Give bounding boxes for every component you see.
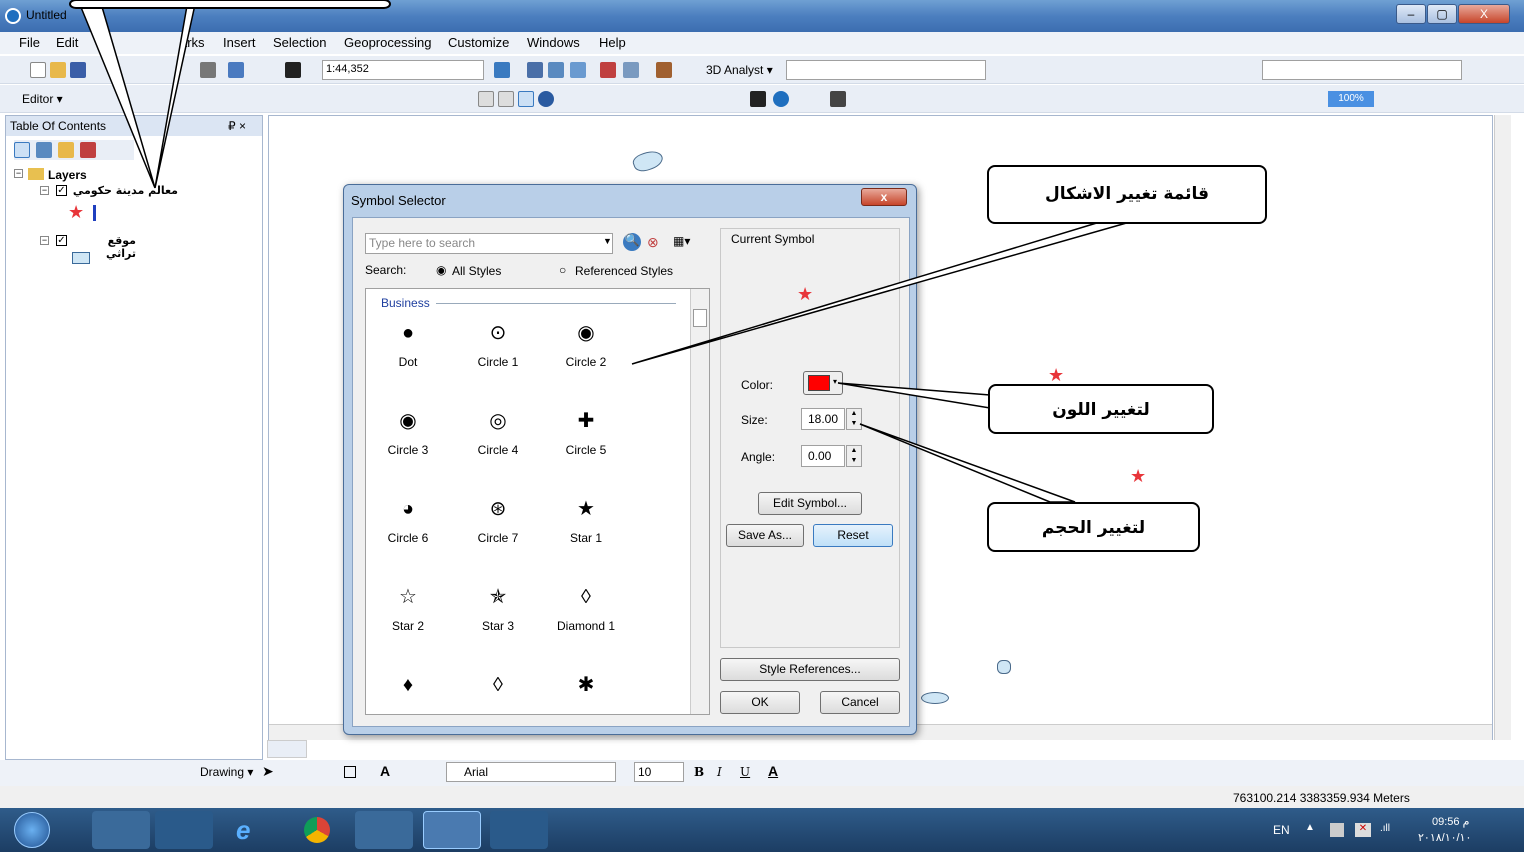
callout-box-top	[69, 0, 391, 9]
signal-icon[interactable]: .ıll	[1380, 823, 1390, 834]
chrome-taskbar-icon[interactable]	[288, 811, 346, 849]
callout-change-size: لتغيير الحجم	[987, 502, 1200, 552]
explorer-taskbar-icon[interactable]	[92, 811, 150, 849]
language-indicator[interactable]: EN	[1273, 823, 1290, 837]
bold-button[interactable]: B	[694, 765, 704, 779]
font-name-select[interactable]: Arial	[446, 762, 616, 782]
start-button[interactable]	[14, 812, 50, 848]
underline-button[interactable]: U	[740, 765, 750, 779]
callout-pointer-color	[837, 382, 991, 409]
ie-taskbar-icon[interactable]: e	[218, 811, 276, 849]
font-color-button[interactable]: A	[768, 763, 778, 779]
callout-change-color: لتغيير اللون	[988, 384, 1214, 434]
select-elements-icon[interactable]: ➤	[262, 763, 274, 780]
callout-leader-lines	[69, 0, 1131, 503]
callout-shapes-menu: قائمة تغيير الاشكال	[987, 165, 1267, 224]
network-icon[interactable]: ✕	[1355, 823, 1371, 837]
clock-time[interactable]: 09:56 م	[1432, 815, 1469, 828]
callout-pointer-top	[77, 0, 156, 189]
italic-button[interactable]: I	[717, 765, 722, 779]
clock-date[interactable]: ٢٠١٨/١٠/١٠	[1418, 831, 1471, 844]
word-taskbar-icon[interactable]	[355, 811, 413, 849]
paint-taskbar-icon[interactable]	[490, 811, 548, 849]
arcmap-taskbar-icon[interactable]	[423, 811, 481, 849]
map-coordinates: 763100.214 3383359.934 Meters	[1233, 791, 1410, 805]
font-size-select[interactable]: 10	[634, 762, 684, 782]
callout-pointer-top	[154, 0, 197, 189]
show-hidden-icons[interactable]: ▲	[1305, 822, 1315, 833]
callout-pointer-size	[859, 423, 1076, 503]
drawing-dropdown[interactable]: Drawing ▾	[200, 765, 253, 779]
layout-view-buttons[interactable]	[267, 740, 307, 758]
media-player-taskbar-icon[interactable]	[155, 811, 213, 849]
status-bar: 763100.214 3383359.934 Meters	[0, 786, 1524, 808]
drawing-toolbar: Drawing ▾ ➤ A Arial 10 B I U A	[0, 740, 1524, 786]
rectangle-icon[interactable]	[344, 766, 356, 778]
text-icon[interactable]: A	[380, 763, 390, 779]
font-name-value: Arial	[464, 765, 489, 779]
windows-taskbar: e EN ▲ ✕ .ıll 09:56 م ٢٠١٨/١٠/١٠	[0, 808, 1524, 852]
callout-pointer-shapes	[631, 221, 1131, 365]
action-center-icon[interactable]	[1330, 823, 1344, 837]
